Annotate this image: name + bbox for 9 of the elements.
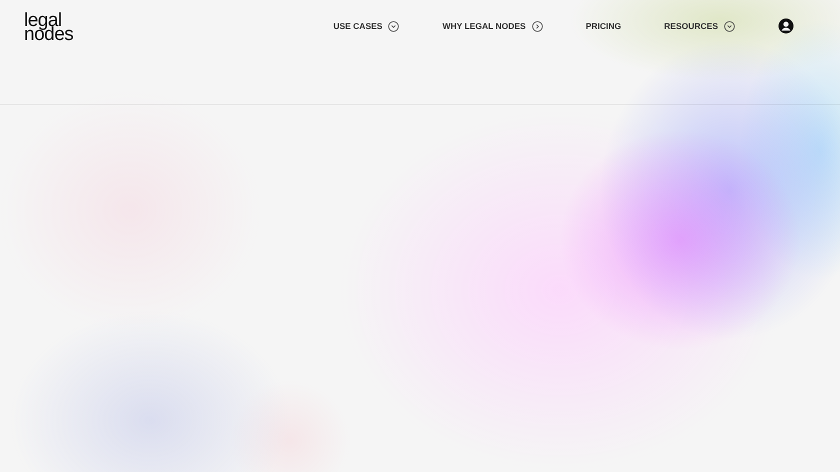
logo[interactable]: legal nodes: [24, 12, 74, 42]
nav-link[interactable]: WHY LEGAL NODES: [442, 20, 543, 32]
chevron-down-icon: [388, 20, 400, 32]
nav-link[interactable]: USE CASES: [333, 20, 400, 32]
nav-link[interactable]: PRICING: [586, 21, 622, 31]
chevron-right-icon: [532, 20, 543, 32]
chevron-down-icon: [724, 20, 735, 32]
account-icon[interactable]: [778, 18, 794, 34]
nav-link[interactable]: RESOURCES: [664, 20, 735, 32]
